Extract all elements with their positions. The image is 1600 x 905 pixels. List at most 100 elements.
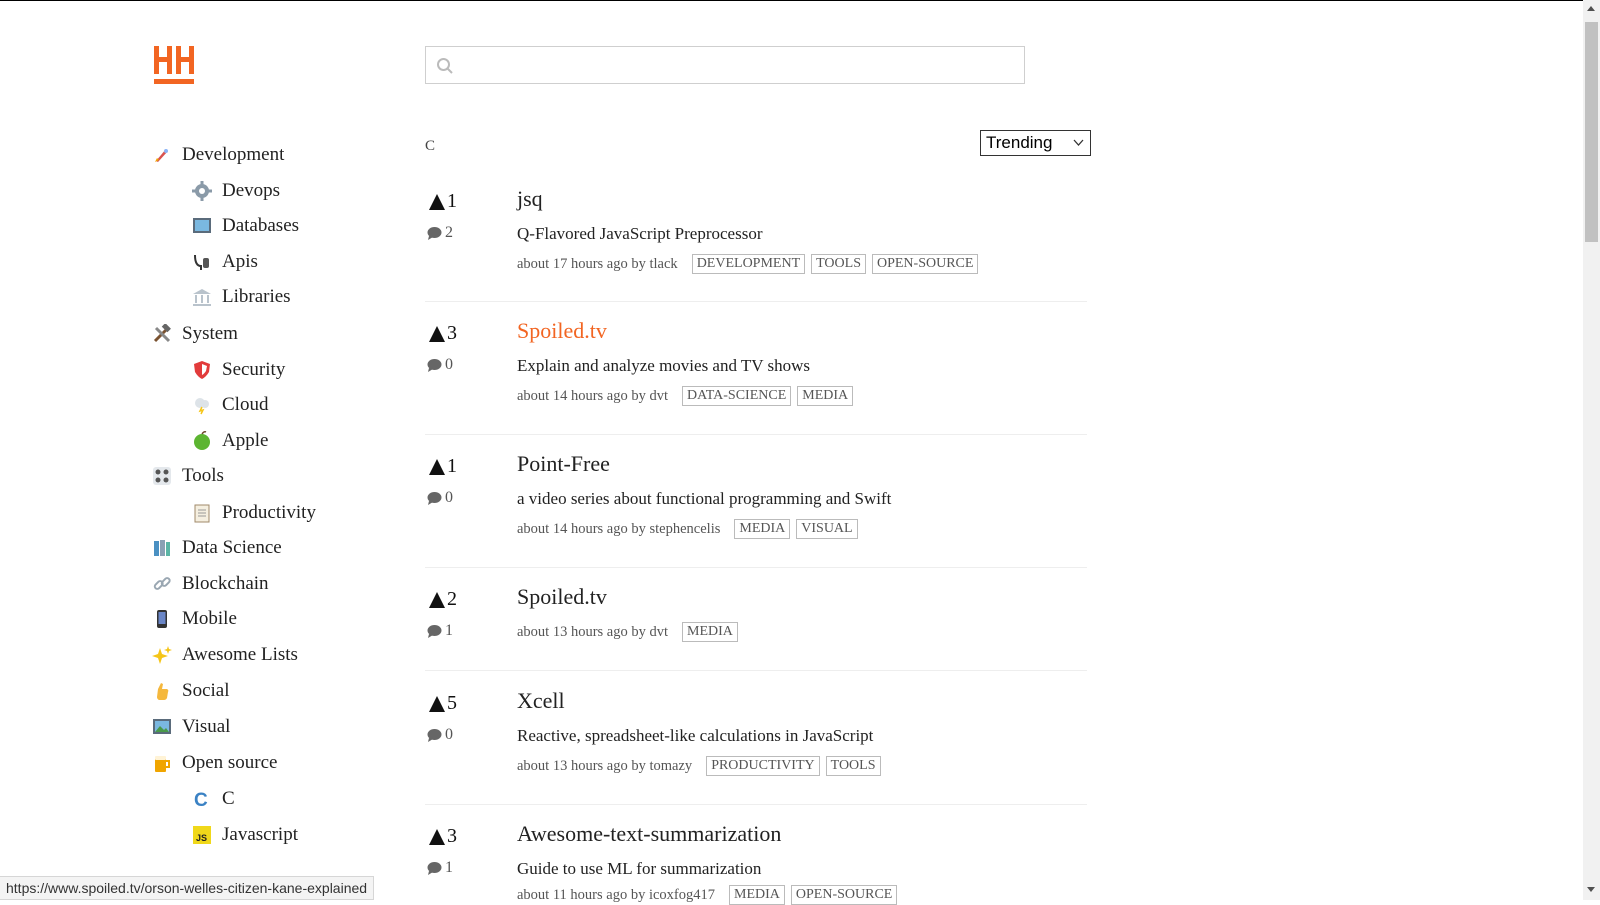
search-input[interactable] (460, 53, 1014, 79)
sidebar-item-label: C (222, 788, 235, 809)
sidebar-item-label: Productivity (222, 502, 316, 523)
post-title-link[interactable]: Awesome-text-summarization (517, 821, 781, 847)
hh-logo[interactable] (154, 46, 196, 86)
sidebar-item-databases[interactable]: Databases (192, 211, 299, 241)
sidebar-item-tools[interactable]: Tools (152, 461, 224, 491)
sort-select[interactable]: Trending (980, 130, 1091, 156)
comments-link[interactable]: 2 (427, 224, 453, 242)
upvote-button[interactable]: 2 (429, 588, 457, 611)
post-title-link[interactable]: Spoiled.tv (517, 584, 607, 610)
upvote-button[interactable]: 5 (429, 692, 457, 715)
post-byline: about 13 hours ago by dvt (517, 623, 669, 640)
tag-link[interactable]: TOOLS (811, 254, 866, 274)
sidebar-item-development[interactable]: Development (152, 140, 284, 170)
sidebar-item-visual[interactable]: Visual (152, 712, 230, 742)
js-icon: JS (192, 825, 212, 845)
gear-icon (192, 181, 212, 201)
upvote-icon (429, 828, 445, 845)
sidebar-item-label: Awesome Lists (182, 644, 298, 665)
sidebar-item-productivity[interactable]: Productivity (192, 498, 316, 528)
sidebar-item-social[interactable]: Social (152, 676, 230, 706)
tag-link[interactable]: DATA-SCIENCE (682, 386, 792, 406)
vertical-scrollbar[interactable] (1583, 0, 1600, 900)
comment-icon (427, 861, 442, 875)
post-title-link[interactable]: Point-Free (517, 451, 610, 477)
vote-count: 3 (447, 825, 457, 847)
breadcrumb: C (425, 138, 436, 154)
sidebar-item-mobile[interactable]: Mobile (152, 604, 237, 634)
sparkles-icon (152, 645, 172, 665)
upvote-icon (429, 193, 445, 210)
post-description: Reactive, spreadsheet-like calculations … (517, 726, 874, 745)
sidebar-item-javascript[interactable]: JS Javascript (192, 820, 298, 850)
tools-grid-icon (152, 466, 172, 486)
comments-link[interactable]: 0 (427, 726, 453, 744)
post-meta: about 11 hours ago by icoxfog417 MEDIA O… (517, 885, 903, 905)
comments-link[interactable]: 1 (427, 622, 453, 640)
upvote-button[interactable]: 3 (429, 322, 457, 345)
vote-count: 2 (447, 588, 457, 610)
library-icon (192, 287, 212, 307)
sidebar-item-devops[interactable]: Devops (192, 176, 280, 206)
vote-count: 1 (447, 190, 457, 212)
sidebar-item-apis[interactable]: Apis (192, 247, 258, 277)
scroll-down-icon[interactable] (1587, 887, 1595, 892)
tag-link[interactable]: TOOLS (825, 756, 881, 776)
sidebar-item-system[interactable]: System (152, 319, 238, 349)
sidebar-item-blockchain[interactable]: Blockchain (152, 569, 269, 599)
post-title-link[interactable]: jsq (517, 186, 543, 212)
sidebar-item-label: Apis (222, 251, 258, 272)
sidebar-item-label: Open source (182, 752, 278, 773)
comment-count: 1 (445, 622, 453, 639)
comments-link[interactable]: 0 (427, 489, 453, 507)
sort-selected: Trending (986, 133, 1053, 152)
post-title-link[interactable]: Xcell (517, 688, 565, 714)
tag-link[interactable]: OPEN-SOURCE (790, 885, 898, 905)
upvote-button[interactable]: 3 (429, 825, 457, 848)
tag-link[interactable]: MEDIA (797, 386, 854, 406)
comment-icon (427, 624, 442, 638)
sidebar-item-label: Visual (182, 716, 231, 737)
c-lang-icon: C (192, 789, 212, 811)
post-description: Explain and analyze movies and TV shows (517, 356, 811, 375)
tag-link[interactable]: DEVELOPMENT (691, 254, 806, 274)
tag-link[interactable]: PRODUCTIVITY (706, 756, 820, 776)
post-byline: about 17 hours ago by tlack (517, 255, 678, 272)
scrollbar-thumb[interactable] (1585, 22, 1598, 242)
sidebar-item-apple[interactable]: Apple (192, 426, 268, 456)
divider (425, 301, 1087, 302)
svg-text:JS: JS (196, 833, 207, 843)
comment-icon (427, 226, 442, 240)
comments-link[interactable]: 0 (427, 356, 453, 374)
upvote-button[interactable]: 1 (429, 455, 457, 478)
sidebar-item-label: Apple (222, 430, 269, 451)
tag-link[interactable]: MEDIA (729, 885, 785, 905)
sidebar-item-label: Security (222, 359, 286, 380)
sidebar-item-cloud[interactable]: Cloud (192, 390, 268, 420)
sidebar-item-security[interactable]: Security (192, 355, 285, 385)
upvote-button[interactable]: 1 (429, 190, 457, 213)
comment-count: 1 (445, 859, 453, 876)
picture-icon (152, 717, 172, 737)
upvote-icon (429, 325, 445, 342)
tag-link[interactable]: MEDIA (734, 519, 791, 539)
search-box[interactable] (425, 46, 1025, 84)
post-title-link[interactable]: Spoiled.tv (517, 318, 607, 344)
hand-icon (152, 681, 172, 701)
sidebar-item-awesome-lists[interactable]: Awesome Lists (152, 640, 298, 670)
sidebar-item-data-science[interactable]: Data Science (152, 533, 282, 563)
tag-link[interactable]: MEDIA (682, 622, 738, 642)
scroll-up-icon[interactable] (1587, 6, 1595, 11)
post-byline: about 11 hours ago by icoxfog417 (517, 886, 716, 903)
sidebar-item-c[interactable]: C C (192, 784, 235, 814)
post-byline: about 14 hours ago by stephencelis (517, 520, 721, 537)
sidebar-item-libraries[interactable]: Libraries (192, 282, 291, 312)
comment-icon (427, 491, 442, 505)
tag-link[interactable]: OPEN-SOURCE (871, 254, 979, 274)
upvote-icon (429, 695, 445, 712)
comments-link[interactable]: 1 (427, 859, 453, 877)
search-icon (437, 58, 453, 74)
sidebar-item-label: Libraries (222, 286, 291, 307)
sidebar-item-open-source[interactable]: Open source (152, 748, 278, 778)
tag-link[interactable]: VISUAL (796, 519, 858, 539)
